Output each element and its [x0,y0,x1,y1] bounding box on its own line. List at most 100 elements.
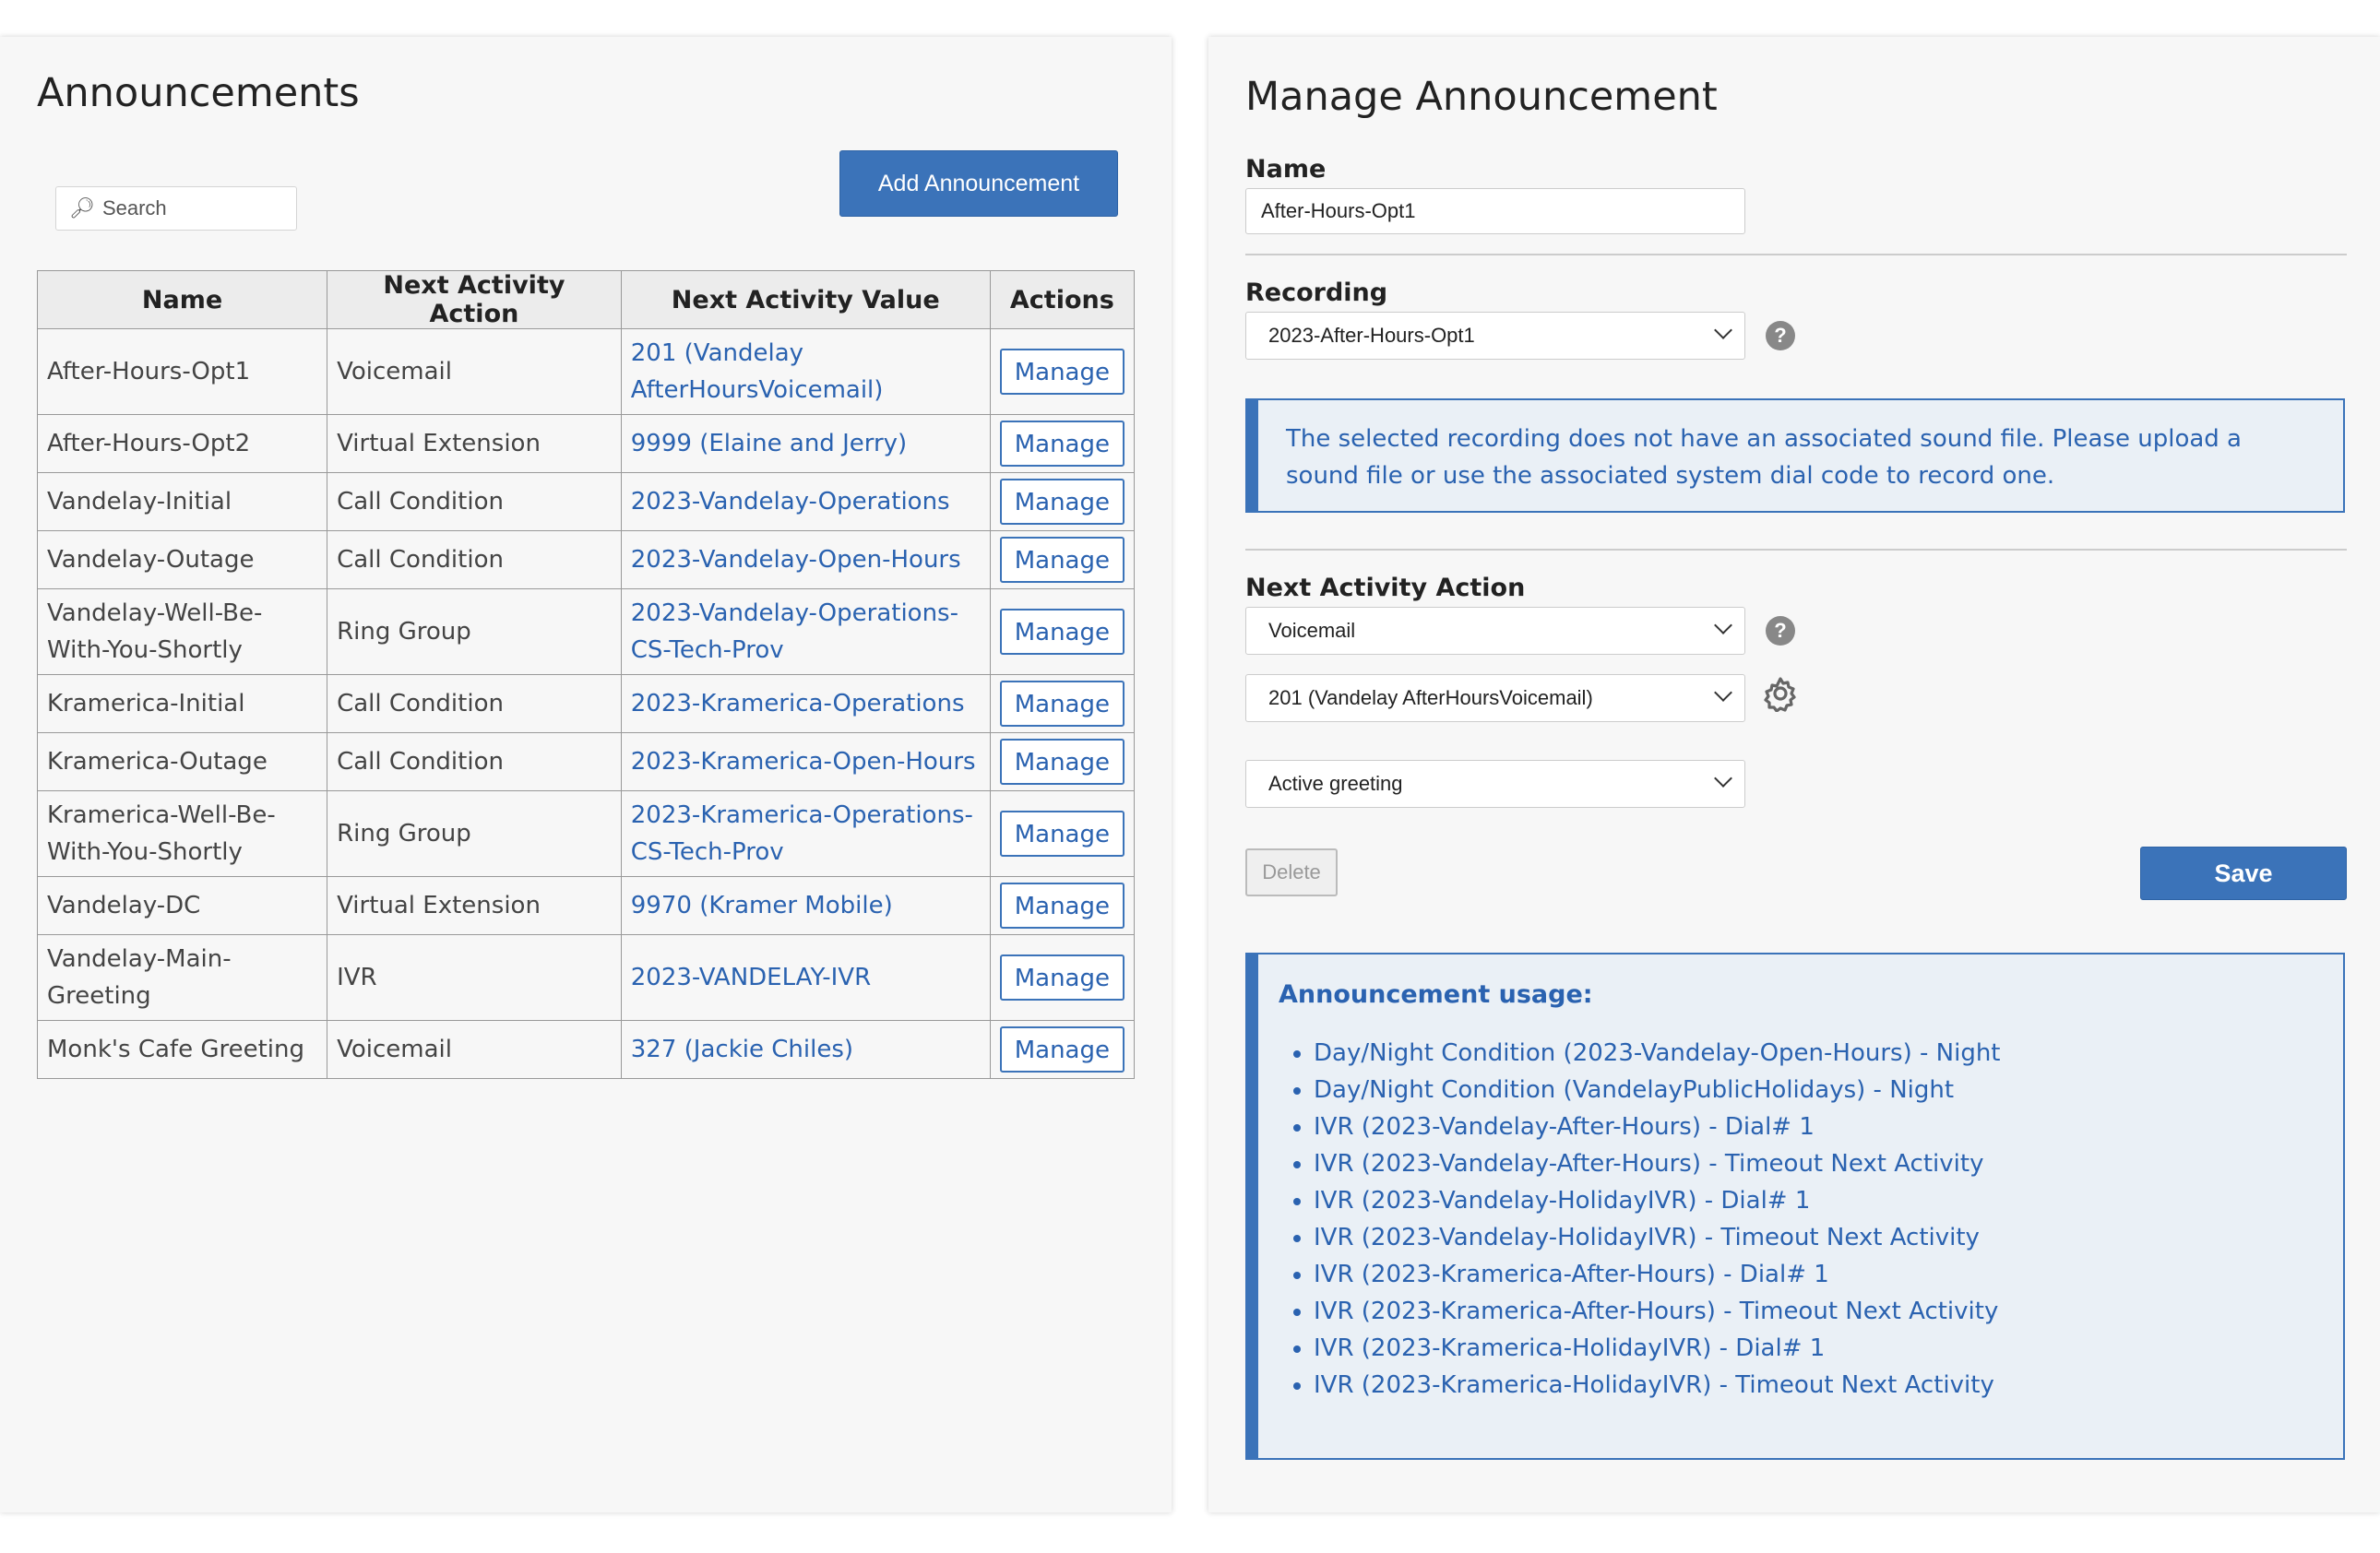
cell-next-action: Ring Group [327,588,622,675]
cell-actions: Manage [989,1020,1136,1079]
usage-list: Day/Night Condition (2023-Vandelay-Open-… [1279,1035,2323,1404]
cell-next-action: Call Condition [327,674,622,733]
next-value-link[interactable]: 201 (Vandelay AfterHoursVoicemail) [631,339,884,404]
cell-next-value: 2023-Kramerica-Operations-CS-Tech-Prov [620,790,991,877]
recording-help-icon[interactable]: ? [1766,321,1795,350]
search-input[interactable] [100,196,289,221]
next-value-link[interactable]: 2023-Kramerica-Open-Hours [631,748,976,776]
manage-button[interactable]: Manage [999,421,1125,467]
usage-item[interactable]: IVR (2023-Kramerica-HolidayIVR) - Dial# … [1314,1330,2323,1367]
table-row: Vandelay-Main-Greeting IVR 2023-VANDELAY-I… [36,934,1136,1021]
announcements-table: Name Next Activity Action Next Activity … [36,270,1136,1079]
cell-next-value: 2023-Vandelay-Open-Hours [620,530,991,589]
greeting-select[interactable]: Active greeting [1245,760,1745,808]
cell-actions: Manage [989,530,1136,589]
search-icon: 🔍︎ [69,196,95,220]
table-row: Vandelay-Well-Be-With-You-Shortly Ring Gr… [36,588,1136,675]
usage-item[interactable]: IVR (2023-Vandelay-HolidayIVR) - Timeout… [1314,1219,2323,1256]
usage-item[interactable]: Day/Night Condition (2023-Vandelay-Open-… [1314,1035,2323,1072]
table-row: After-Hours-Opt2 Virtual Extension 9999 (E… [36,414,1136,473]
manage-button[interactable]: Manage [999,811,1125,857]
usage-item[interactable]: Day/Night Condition (VandelayPublicHolid… [1314,1072,2323,1108]
cell-next-value: 2023-Vandelay-Operations [620,472,991,531]
cell-actions: Manage [989,876,1136,935]
cell-name: Vandelay-Outage [36,530,328,589]
usage-item[interactable]: IVR (2023-Vandelay-HolidayIVR) - Dial# 1 [1314,1182,2323,1219]
chevron-down-icon [1714,616,1732,634]
cell-actions: Manage [989,732,1136,791]
manage-button[interactable]: Manage [999,1026,1125,1073]
next-target-select[interactable]: 201 (Vandelay AfterHoursVoicemail) [1245,674,1745,722]
manage-button[interactable]: Manage [999,954,1125,1001]
next-action-select[interactable]: Voicemail [1245,607,1745,655]
table-row: Kramerica-Outage Call Condition 2023-Krame… [36,732,1136,791]
next-value-link[interactable]: 327 (Jackie Chiles) [631,1036,853,1063]
cell-name: Monk's Cafe Greeting [36,1020,328,1079]
next-value-link[interactable]: 2023-Kramerica-Operations [631,690,965,717]
usage-item[interactable]: IVR (2023-Vandelay-After-Hours) - Dial# … [1314,1108,2323,1145]
manage-button[interactable]: Manage [999,681,1125,727]
cell-next-action: Voicemail [327,1020,622,1079]
cell-name: Kramerica-Initial [36,674,328,733]
search-box[interactable]: 🔍︎ [55,186,297,231]
save-button[interactable]: Save [2140,847,2347,900]
column-header-next-action[interactable]: Next Activity Action [327,270,622,329]
cell-actions: Manage [989,790,1136,877]
manage-announcement-panel: Manage Announcement Name Recording 2023-… [1208,37,2380,1512]
name-input[interactable] [1245,188,1745,234]
usage-item[interactable]: IVR (2023-Kramerica-HolidayIVR) - Timeou… [1314,1367,2323,1404]
next-value-link[interactable]: 2023-VANDELAY-IVR [631,964,871,991]
manage-button[interactable]: Manage [999,883,1125,929]
cell-next-value: 9999 (Elaine and Jerry) [620,414,991,473]
column-header-name[interactable]: Name [36,270,328,329]
usage-item[interactable]: IVR (2023-Kramerica-After-Hours) - Timeo… [1314,1293,2323,1330]
table-header-row: Name Next Activity Action Next Activity … [36,270,1136,329]
table-row: Vandelay-Outage Call Condition 2023-Vandel… [36,530,1136,589]
cell-name: Vandelay-DC [36,876,328,935]
next-value-link[interactable]: 2023-Vandelay-Open-Hours [631,546,961,574]
table-row: Kramerica-Well-Be-With-You-Shortly Ring G… [36,790,1136,877]
table-row: Kramerica-Initial Call Condition 2023-Kram… [36,674,1136,733]
column-header-next-value[interactable]: Next Activity Value [620,270,991,329]
cell-name: Vandelay-Well-Be-With-You-Shortly [36,588,328,675]
manage-button[interactable]: Manage [999,609,1125,655]
next-action-help-icon[interactable]: ? [1766,616,1795,646]
cell-next-action: Call Condition [327,530,622,589]
usage-item[interactable]: IVR (2023-Kramerica-After-Hours) - Dial#… [1314,1256,2323,1293]
announcement-usage-box: Announcement usage: Day/Night Condition … [1245,953,2345,1460]
divider [1245,549,2347,551]
gear-icon[interactable] [1762,675,1799,712]
cell-next-action: Call Condition [327,732,622,791]
column-header-actions: Actions [989,270,1136,329]
cell-actions: Manage [989,328,1136,415]
manage-button[interactable]: Manage [999,479,1125,525]
cell-name: Kramerica-Well-Be-With-You-Shortly [36,790,328,877]
next-value-link[interactable]: 9999 (Elaine and Jerry) [631,430,907,457]
next-value-link[interactable]: 2023-Kramerica-Operations-CS-Tech-Prov [631,801,973,866]
usage-title: Announcement usage: [1279,980,1593,1009]
manage-title: Manage Announcement [1245,74,1718,120]
delete-button[interactable]: Delete [1245,848,1338,896]
recording-select[interactable]: 2023-After-Hours-Opt1 [1245,312,1745,360]
name-label: Name [1245,155,1327,184]
chevron-down-icon [1714,683,1732,702]
cell-next-value: 2023-Kramerica-Operations [620,674,991,733]
table-row: Vandelay-DC Virtual Extension 9970 (Kramer… [36,876,1136,935]
table-row: Vandelay-Initial Call Condition 2023-Vande… [36,472,1136,531]
cell-next-value: 2023-VANDELAY-IVR [620,934,991,1021]
next-value-link[interactable]: 2023-Vandelay-Operations [631,488,950,516]
next-value-link[interactable]: 2023-Vandelay-Operations-CS-Tech-Prov [631,599,958,664]
add-announcement-button[interactable]: Add Announcement [839,150,1118,217]
next-value-link[interactable]: 9970 (Kramer Mobile) [631,892,893,919]
cell-next-value: 2023-Vandelay-Operations-CS-Tech-Prov [620,588,991,675]
announcements-panel: Announcements 🔍︎ Add Announcement Name N… [0,37,1172,1512]
cell-next-value: 9970 (Kramer Mobile) [620,876,991,935]
cell-next-action: Call Condition [327,472,622,531]
greeting-select-value: Active greeting [1268,772,1403,795]
cell-name: After-Hours-Opt1 [36,328,328,415]
usage-item[interactable]: IVR (2023-Vandelay-After-Hours) - Timeou… [1314,1145,2323,1182]
manage-button[interactable]: Manage [999,537,1125,583]
manage-button[interactable]: Manage [999,739,1125,785]
chevron-down-icon [1714,321,1732,339]
manage-button[interactable]: Manage [999,349,1125,395]
